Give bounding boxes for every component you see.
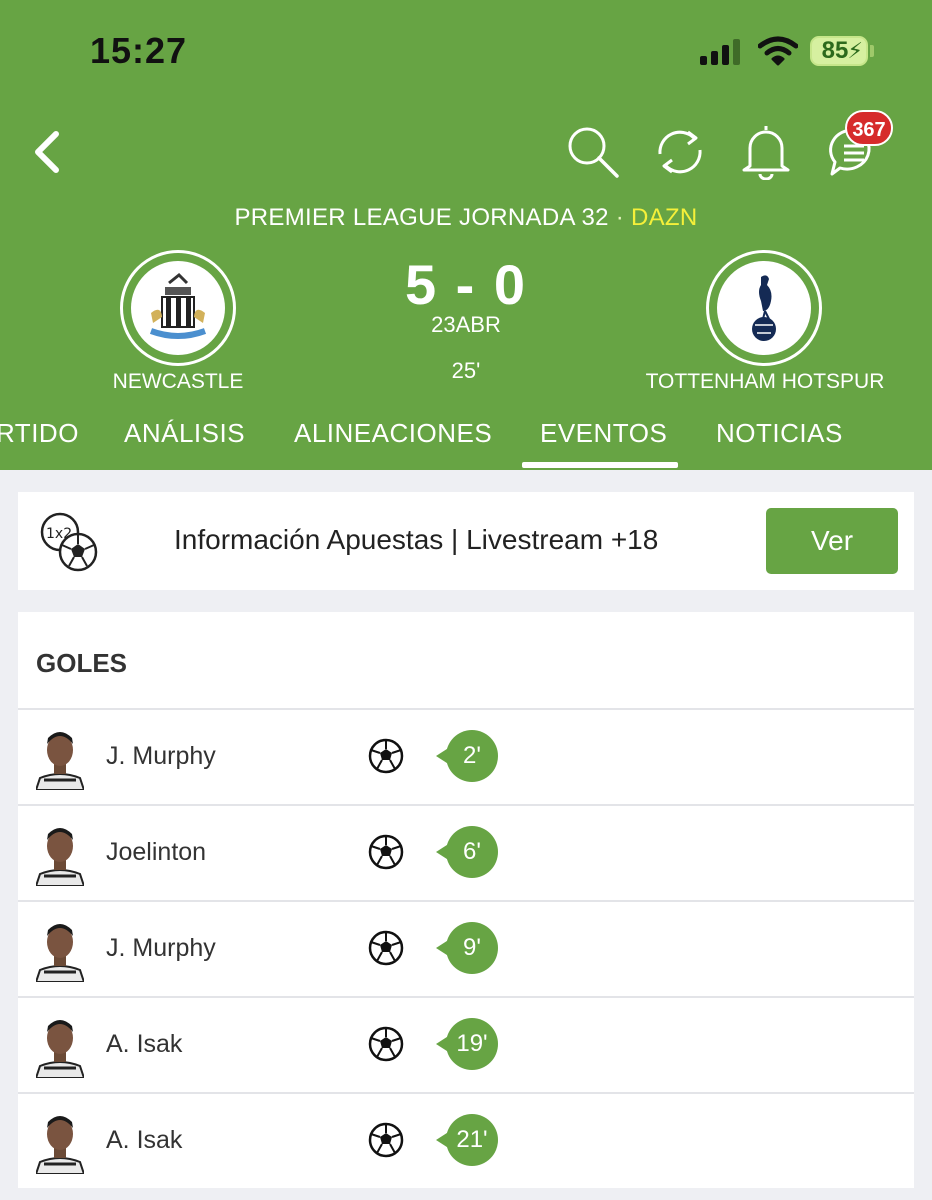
match-minute: 25'	[451, 358, 481, 383]
bell-icon[interactable]	[738, 122, 794, 180]
player-avatar	[36, 1116, 84, 1174]
soccer-ball-icon	[368, 930, 404, 966]
tab-eventos[interactable]: EVENTOS	[540, 418, 667, 449]
goal-minute: 6'	[446, 826, 498, 878]
goal-row[interactable]: A. Isak 21'	[18, 1092, 914, 1188]
player-avatar	[36, 924, 84, 982]
goals-card: GOLES J. Murphy 2' Joelinton 6' J. Murphy 9' A…	[18, 612, 914, 1188]
goals-title: GOLES	[36, 648, 128, 678]
player-name[interactable]: J. Murphy	[106, 934, 216, 963]
player-name[interactable]: J. Murphy	[106, 742, 216, 771]
wifi-icon	[758, 36, 798, 66]
league-info: PREMIER LEAGUE JORNADA 32 · DAZN	[0, 204, 932, 232]
goal-minute-badge: 6'	[436, 826, 498, 878]
soccer-ball-icon	[368, 738, 404, 774]
goal-minute: 2'	[446, 730, 498, 782]
goal-minute: 21'	[446, 1114, 498, 1166]
player-avatar	[36, 1020, 84, 1078]
player-name[interactable]: A. Isak	[106, 1030, 182, 1059]
goal-row[interactable]: A. Isak 19'	[18, 996, 914, 1092]
goal-minute-badge: 21'	[436, 1114, 498, 1166]
search-icon[interactable]	[565, 124, 621, 180]
match-date: 23ABR	[431, 312, 501, 337]
match-score: 5 - 0	[404, 253, 528, 316]
separator: ·	[615, 204, 625, 231]
tab-analisis[interactable]: ANÁLISIS	[124, 418, 245, 449]
betting-icon: 1x2	[40, 512, 98, 572]
goal-minute-badge: 9'	[436, 922, 498, 974]
goal-row[interactable]: J. Murphy 9'	[18, 900, 914, 996]
refresh-icon[interactable]	[652, 124, 708, 180]
player-name[interactable]: Joelinton	[106, 838, 206, 867]
status-time: 15:27	[90, 30, 188, 71]
tab-alineaciones[interactable]: ALINEACIONES	[294, 418, 492, 449]
goal-minute: 19'	[446, 1018, 498, 1070]
battery-level: 85	[821, 37, 849, 64]
player-name[interactable]: A. Isak	[106, 1126, 182, 1155]
player-avatar	[36, 732, 84, 790]
league-name: PREMIER LEAGUE JORNADA 32	[234, 204, 609, 231]
match-header: 15:27 85 ⚡ 367 PREMIER LEAGUE JORNADA 32…	[0, 0, 932, 470]
goal-row[interactable]: J. Murphy 2'	[18, 708, 914, 804]
notification-badge: 367	[845, 110, 893, 146]
betting-info-text: Información Apuestas | Livestream +18	[174, 524, 659, 555]
tab-bar: RTIDO ANÁLISIS ALINEACIONES EVENTOS NOTI…	[0, 412, 932, 470]
ver-button[interactable]: Ver	[766, 508, 898, 574]
goal-minute-badge: 2'	[436, 730, 498, 782]
back-icon[interactable]	[28, 124, 68, 180]
status-icons: 85 ⚡	[700, 36, 874, 66]
signal-icon	[700, 37, 740, 65]
tv-channel[interactable]: DAZN	[631, 204, 698, 231]
player-avatar	[36, 828, 84, 886]
betting-banner[interactable]: 1x2 Información Apuestas | Livestream +1…	[18, 492, 914, 590]
soccer-ball-icon	[368, 1122, 404, 1158]
goal-row[interactable]: Joelinton 6'	[18, 804, 914, 900]
battery-icon: 85 ⚡	[810, 36, 868, 66]
active-tab-indicator	[522, 462, 678, 468]
soccer-ball-icon	[368, 1026, 404, 1062]
soccer-ball-icon	[368, 834, 404, 870]
tab-noticias[interactable]: NOTICIAS	[716, 418, 843, 449]
tab-partido[interactable]: RTIDO	[0, 418, 79, 449]
goal-minute-badge: 19'	[436, 1018, 498, 1070]
goal-minute: 9'	[446, 922, 498, 974]
